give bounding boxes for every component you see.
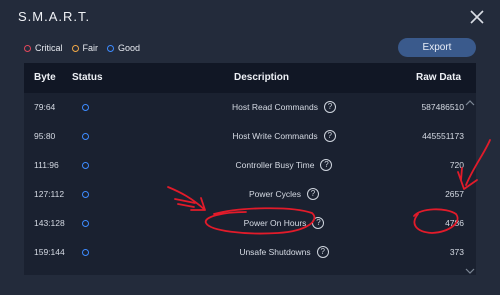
status-legend: Critical Fair Good bbox=[24, 41, 149, 55]
help-icon[interactable]: ? bbox=[306, 188, 319, 200]
critical-ring-icon bbox=[24, 44, 31, 52]
smart-table: Byte Status Description Raw Data 79:64 H… bbox=[24, 63, 476, 275]
byte-cell: 143:128 bbox=[34, 218, 65, 228]
table-row: 79:64 Host Read Commands ? 587486510 bbox=[24, 93, 464, 122]
raw-data-cell: 373 bbox=[449, 247, 464, 257]
byte-cell: 111:96 bbox=[34, 160, 59, 170]
column-header-status: Status bbox=[72, 72, 103, 83]
byte-cell: 79:64 bbox=[34, 102, 56, 112]
close-icon[interactable] bbox=[468, 8, 486, 26]
title-bar: S.M.A.R.T. bbox=[0, 0, 500, 34]
description-label: Host Read Commands bbox=[232, 102, 318, 112]
description-label: Controller Busy Time bbox=[235, 160, 315, 170]
description-label: Unsafe Shutdowns bbox=[239, 247, 311, 257]
export-button[interactable]: Export bbox=[398, 38, 476, 57]
table-header: Byte Status Description Raw Data bbox=[24, 63, 476, 93]
good-ring-icon bbox=[107, 44, 115, 52]
fair-ring-icon bbox=[71, 44, 79, 52]
table-row: 143:128 Power On Hours ? 4786 bbox=[24, 209, 464, 238]
status-good-icon bbox=[82, 191, 89, 198]
help-icon[interactable]: ? bbox=[320, 159, 333, 171]
status-good-icon bbox=[82, 104, 89, 111]
table-row: 159:144 Unsafe Shutdowns ? 373 bbox=[24, 238, 464, 267]
legend-good: Good bbox=[107, 43, 140, 53]
legend-critical: Critical bbox=[24, 43, 63, 53]
description-label: Power Cycles bbox=[249, 189, 301, 199]
status-good-icon bbox=[82, 162, 89, 169]
description-label: Power On Hours bbox=[243, 218, 307, 228]
legend-fair: Fair bbox=[71, 43, 99, 53]
status-good-icon bbox=[82, 133, 89, 140]
help-icon[interactable]: ? bbox=[312, 217, 325, 229]
help-icon[interactable]: ? bbox=[323, 101, 336, 113]
raw-data-cell: 4786 bbox=[445, 218, 464, 228]
raw-data-cell: 2657 bbox=[445, 189, 464, 199]
raw-data-cell: 587486510 bbox=[421, 102, 464, 112]
column-header-raw-data: Raw Data bbox=[416, 72, 462, 83]
table-row: 127:112 Power Cycles ? 2657 bbox=[24, 180, 464, 209]
chevron-down-icon[interactable] bbox=[464, 263, 476, 274]
table-row: 111:96 Controller Busy Time ? 720 bbox=[24, 151, 464, 180]
status-good-icon bbox=[82, 249, 89, 256]
window-title: S.M.A.R.T. bbox=[18, 9, 91, 24]
legend-label: Fair bbox=[82, 43, 99, 53]
byte-cell: 95:80 bbox=[34, 131, 56, 141]
column-header-byte: Byte bbox=[34, 72, 56, 83]
chevron-up-icon[interactable] bbox=[464, 95, 476, 106]
legend-label: Critical bbox=[35, 43, 63, 53]
byte-cell: 127:112 bbox=[34, 189, 65, 199]
help-icon[interactable]: ? bbox=[323, 130, 336, 142]
raw-data-cell: 720 bbox=[449, 160, 464, 170]
byte-cell: 159:144 bbox=[34, 247, 65, 257]
column-header-description: Description bbox=[234, 72, 290, 83]
table-row: 95:80 Host Write Commands ? 445551173 bbox=[24, 122, 464, 151]
legend-label: Good bbox=[118, 43, 141, 53]
description-label: Host Write Commands bbox=[232, 131, 318, 141]
help-icon[interactable]: ? bbox=[316, 246, 329, 258]
raw-data-cell: 445551173 bbox=[422, 131, 464, 141]
status-good-icon bbox=[82, 220, 89, 227]
